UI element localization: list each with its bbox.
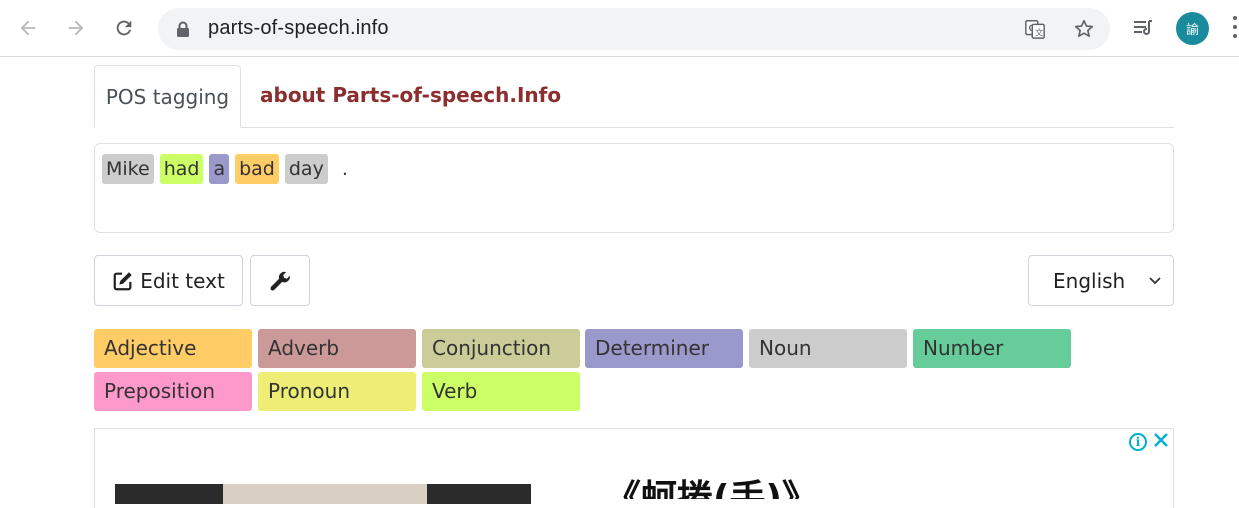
token-list: Mike had a bad day . xyxy=(102,154,356,184)
legend-number: Number xyxy=(913,329,1071,368)
address-bar[interactable]: parts-of-speech.info G文 xyxy=(158,8,1110,50)
legend-verb: Verb xyxy=(422,372,580,411)
legend-noun: Noun xyxy=(749,329,907,368)
media-control-icon[interactable] xyxy=(1128,13,1158,43)
ad-close-icon[interactable] xyxy=(1151,430,1171,450)
url-text: parts-of-speech.info xyxy=(208,17,389,39)
legend-conjunction: Conjunction xyxy=(422,329,580,368)
star-bookmark-icon[interactable] xyxy=(1072,17,1096,41)
legend-adjective: Adjective xyxy=(94,329,252,368)
ad-image[interactable] xyxy=(115,484,531,504)
legend-adverb: Adverb xyxy=(258,329,416,368)
token-2[interactable]: a xyxy=(209,154,230,184)
back-button[interactable] xyxy=(12,12,44,44)
lock-icon xyxy=(177,21,189,37)
legend-determiner: Determiner xyxy=(585,329,743,368)
translate-icon[interactable]: G文 xyxy=(1023,17,1047,41)
token-0[interactable]: Mike xyxy=(102,154,154,184)
arrow-left-icon xyxy=(20,20,36,36)
chevron-down-icon xyxy=(1149,277,1161,285)
tab-about[interactable]: about Parts-of-speech.Info xyxy=(260,83,561,107)
tab-pos-tagging[interactable]: POS tagging xyxy=(94,65,241,128)
browser-toolbar: parts-of-speech.info G文 諭 xyxy=(0,0,1239,57)
token-3[interactable]: bad xyxy=(235,154,279,184)
profile-avatar[interactable]: 諭 xyxy=(1176,12,1209,45)
settings-button[interactable] xyxy=(250,255,310,306)
token-1[interactable]: had xyxy=(159,154,204,184)
legend-preposition: Preposition xyxy=(94,372,252,411)
edit-icon xyxy=(113,271,132,290)
arrow-right-icon xyxy=(68,20,84,36)
tagged-text-area: Mike had a bad day . xyxy=(94,143,1174,233)
edit-text-label: Edit text xyxy=(140,268,225,293)
edit-text-button[interactable]: Edit text xyxy=(94,255,243,306)
legend-pronoun: Pronoun xyxy=(258,372,416,411)
page-tabs: POS tagging about Parts-of-speech.Info xyxy=(94,65,1174,128)
token-5: . xyxy=(341,158,348,180)
reload-icon xyxy=(116,20,132,36)
ad-banner[interactable]: i 《蚵捲(手)》 xyxy=(94,428,1174,508)
svg-text:文: 文 xyxy=(1035,27,1043,37)
ad-headline[interactable]: 《蚵捲(手)》 xyxy=(605,479,865,499)
language-selected: English xyxy=(1053,268,1126,293)
wrench-icon xyxy=(270,271,290,291)
token-4[interactable]: day xyxy=(284,154,328,184)
more-menu-icon[interactable] xyxy=(1230,16,1239,42)
language-select[interactable]: English xyxy=(1028,255,1174,306)
reload-button[interactable] xyxy=(108,12,140,44)
ad-info-icon[interactable]: i xyxy=(1129,433,1147,451)
forward-button[interactable] xyxy=(60,12,92,44)
